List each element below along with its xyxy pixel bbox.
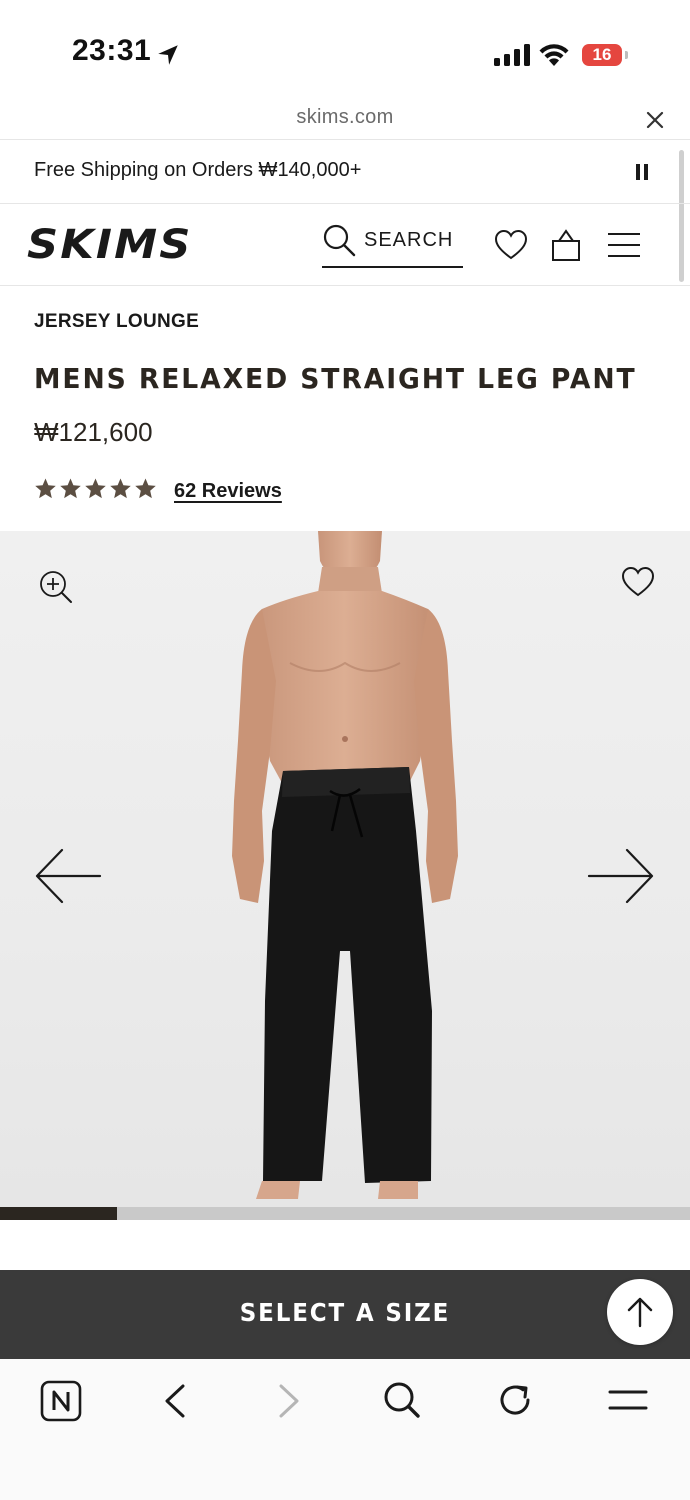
star-icon bbox=[85, 478, 106, 499]
zoom-in-icon[interactable] bbox=[38, 569, 74, 605]
battery-cap bbox=[625, 51, 628, 59]
pause-icon[interactable] bbox=[635, 162, 649, 182]
heart-icon[interactable] bbox=[494, 229, 528, 261]
product-collection[interactable]: JERSEY LOUNGE bbox=[34, 311, 199, 333]
prev-arrow-icon[interactable] bbox=[34, 847, 102, 905]
star-icon bbox=[35, 478, 56, 499]
search-icon bbox=[322, 223, 356, 257]
back-icon[interactable] bbox=[162, 1383, 188, 1419]
battery-icon: 16 bbox=[582, 44, 622, 66]
divider bbox=[0, 203, 690, 204]
url-bar[interactable]: skims.com bbox=[0, 106, 690, 129]
product-price: ₩121,600 bbox=[34, 417, 153, 447]
arrow-up-icon bbox=[627, 1297, 653, 1328]
divider bbox=[0, 139, 690, 140]
close-icon[interactable] bbox=[646, 111, 664, 129]
browser-toolbar bbox=[0, 1359, 690, 1500]
product-title: MENS RELAXED STRAIGHT LEG PANT bbox=[34, 362, 637, 395]
scroll-to-top-button[interactable] bbox=[607, 1279, 673, 1345]
divider bbox=[0, 285, 690, 286]
star-icon bbox=[60, 478, 81, 499]
search-icon[interactable] bbox=[383, 1381, 421, 1419]
reload-icon[interactable] bbox=[496, 1381, 534, 1419]
star-icon bbox=[135, 478, 156, 499]
forward-icon bbox=[276, 1383, 302, 1419]
skims-logo[interactable]: SKIMS bbox=[27, 222, 193, 268]
scrollbar[interactable] bbox=[679, 150, 684, 282]
status-time: 23:31 bbox=[72, 34, 152, 67]
heart-icon[interactable] bbox=[621, 566, 655, 598]
next-arrow-icon[interactable] bbox=[587, 847, 655, 905]
star-rating[interactable] bbox=[34, 477, 157, 500]
menu-icon[interactable] bbox=[608, 1386, 648, 1414]
promo-banner-text: Free Shipping on Orders ₩140,000+ bbox=[34, 159, 362, 181]
notion-icon[interactable] bbox=[40, 1380, 82, 1422]
gallery-progress-fill bbox=[0, 1207, 117, 1220]
bag-icon[interactable] bbox=[550, 228, 582, 262]
menu-icon[interactable] bbox=[607, 231, 641, 259]
signal-icon bbox=[494, 44, 530, 66]
search-label: SEARCH bbox=[364, 229, 454, 251]
select-size-label: SELECT A SIZE bbox=[239, 1298, 451, 1327]
reviews-link[interactable]: 62 Reviews bbox=[174, 480, 282, 503]
wifi-icon bbox=[538, 42, 570, 66]
location-arrow-icon bbox=[155, 42, 181, 68]
star-icon bbox=[110, 478, 131, 499]
